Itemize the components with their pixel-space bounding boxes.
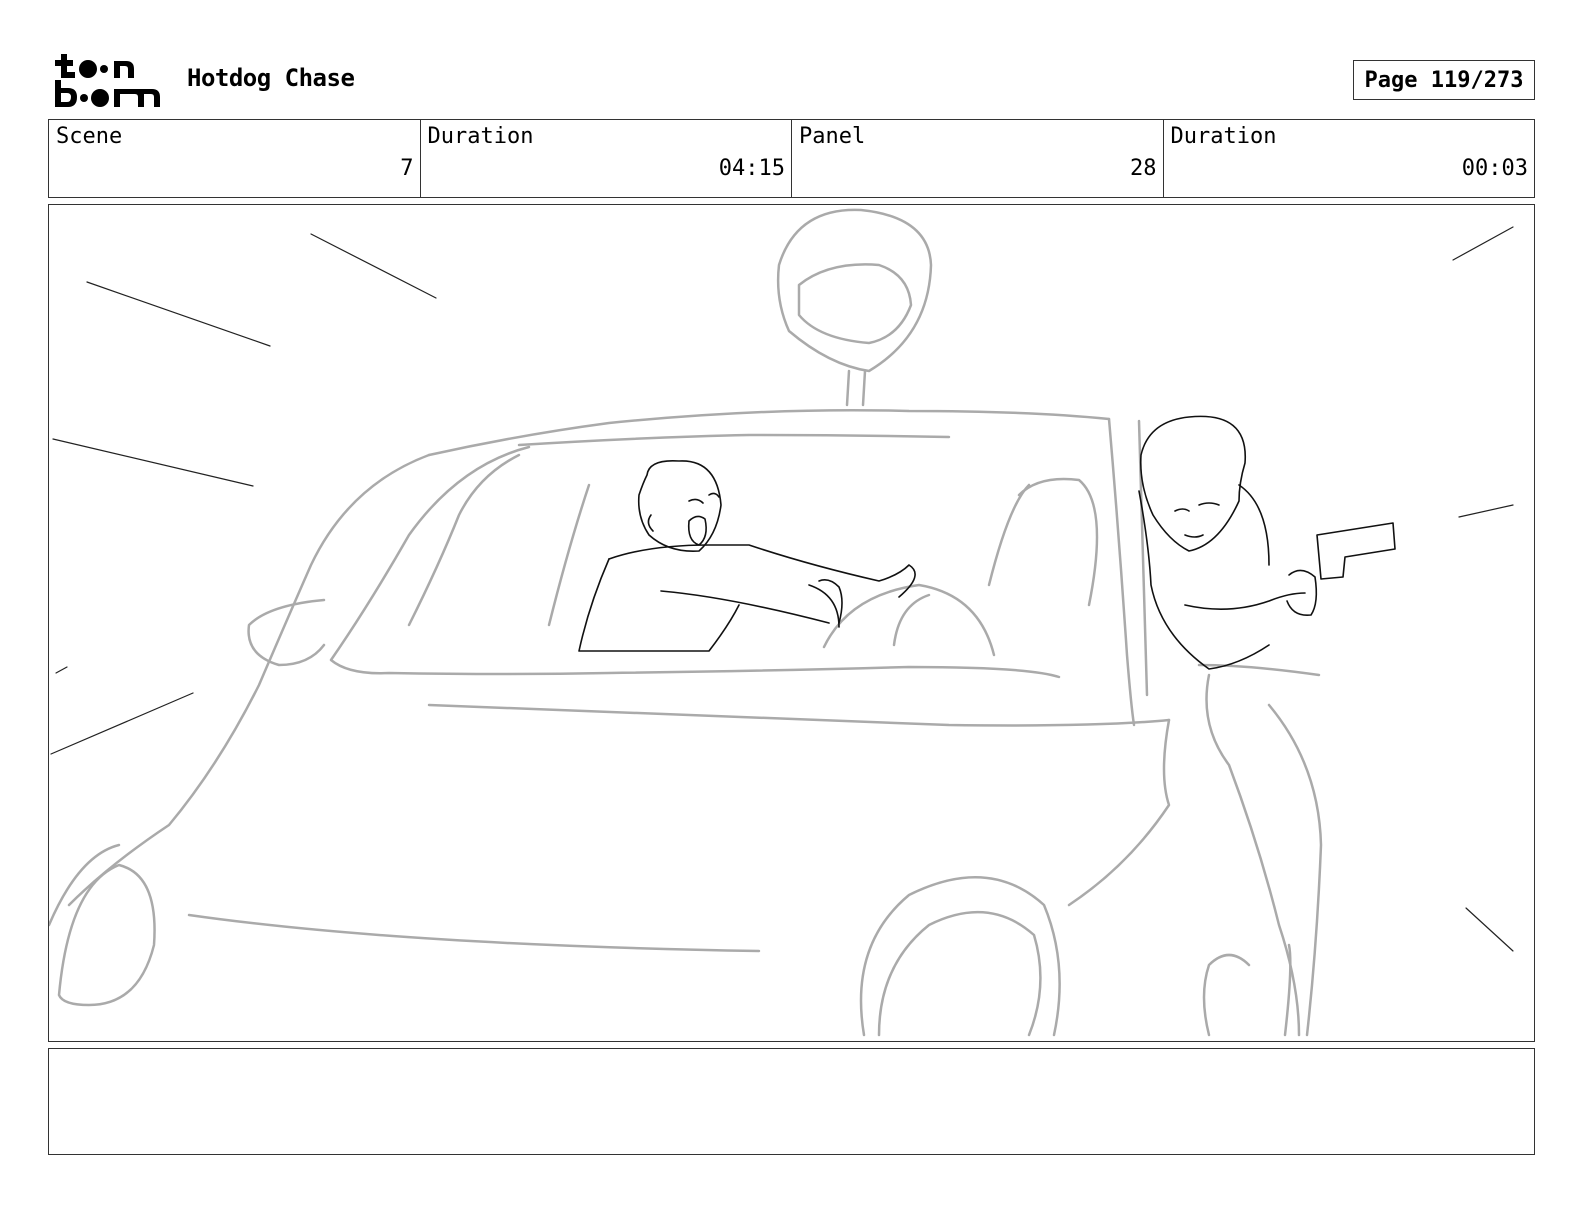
storyboard-panel <box>48 204 1535 1042</box>
notes-area <box>48 1048 1535 1155</box>
scene-info-table: Scene 7 Duration 04:15 Panel 28 Duration… <box>48 119 1535 198</box>
driver-figure <box>578 459 916 652</box>
project-title: Hotdog Chase <box>187 64 355 92</box>
page-indicator: Page 119/273 <box>1353 60 1535 100</box>
scene-value: 7 <box>400 156 414 181</box>
speed-lines <box>50 226 1514 952</box>
scene-duration-value: 04:15 <box>718 156 785 181</box>
panel-cell: Panel 28 <box>792 120 1164 197</box>
panel-sketch <box>49 208 1514 1037</box>
shooter-figure <box>1138 415 1396 670</box>
panel-duration-label: Duration <box>1170 124 1277 149</box>
panel-duration-value: 00:03 <box>1461 156 1528 181</box>
scene-label: Scene <box>56 124 123 149</box>
toon-boom-logo <box>52 52 164 110</box>
panel-value: 28 <box>1130 156 1157 181</box>
panel-duration-cell: Duration 00:03 <box>1164 120 1535 197</box>
car-sketch <box>49 208 1323 1037</box>
panel-label: Panel <box>799 124 866 149</box>
scene-cell: Scene 7 <box>49 120 421 197</box>
scene-duration-cell: Duration 04:15 <box>421 120 792 197</box>
scene-duration-label: Duration <box>427 124 534 149</box>
